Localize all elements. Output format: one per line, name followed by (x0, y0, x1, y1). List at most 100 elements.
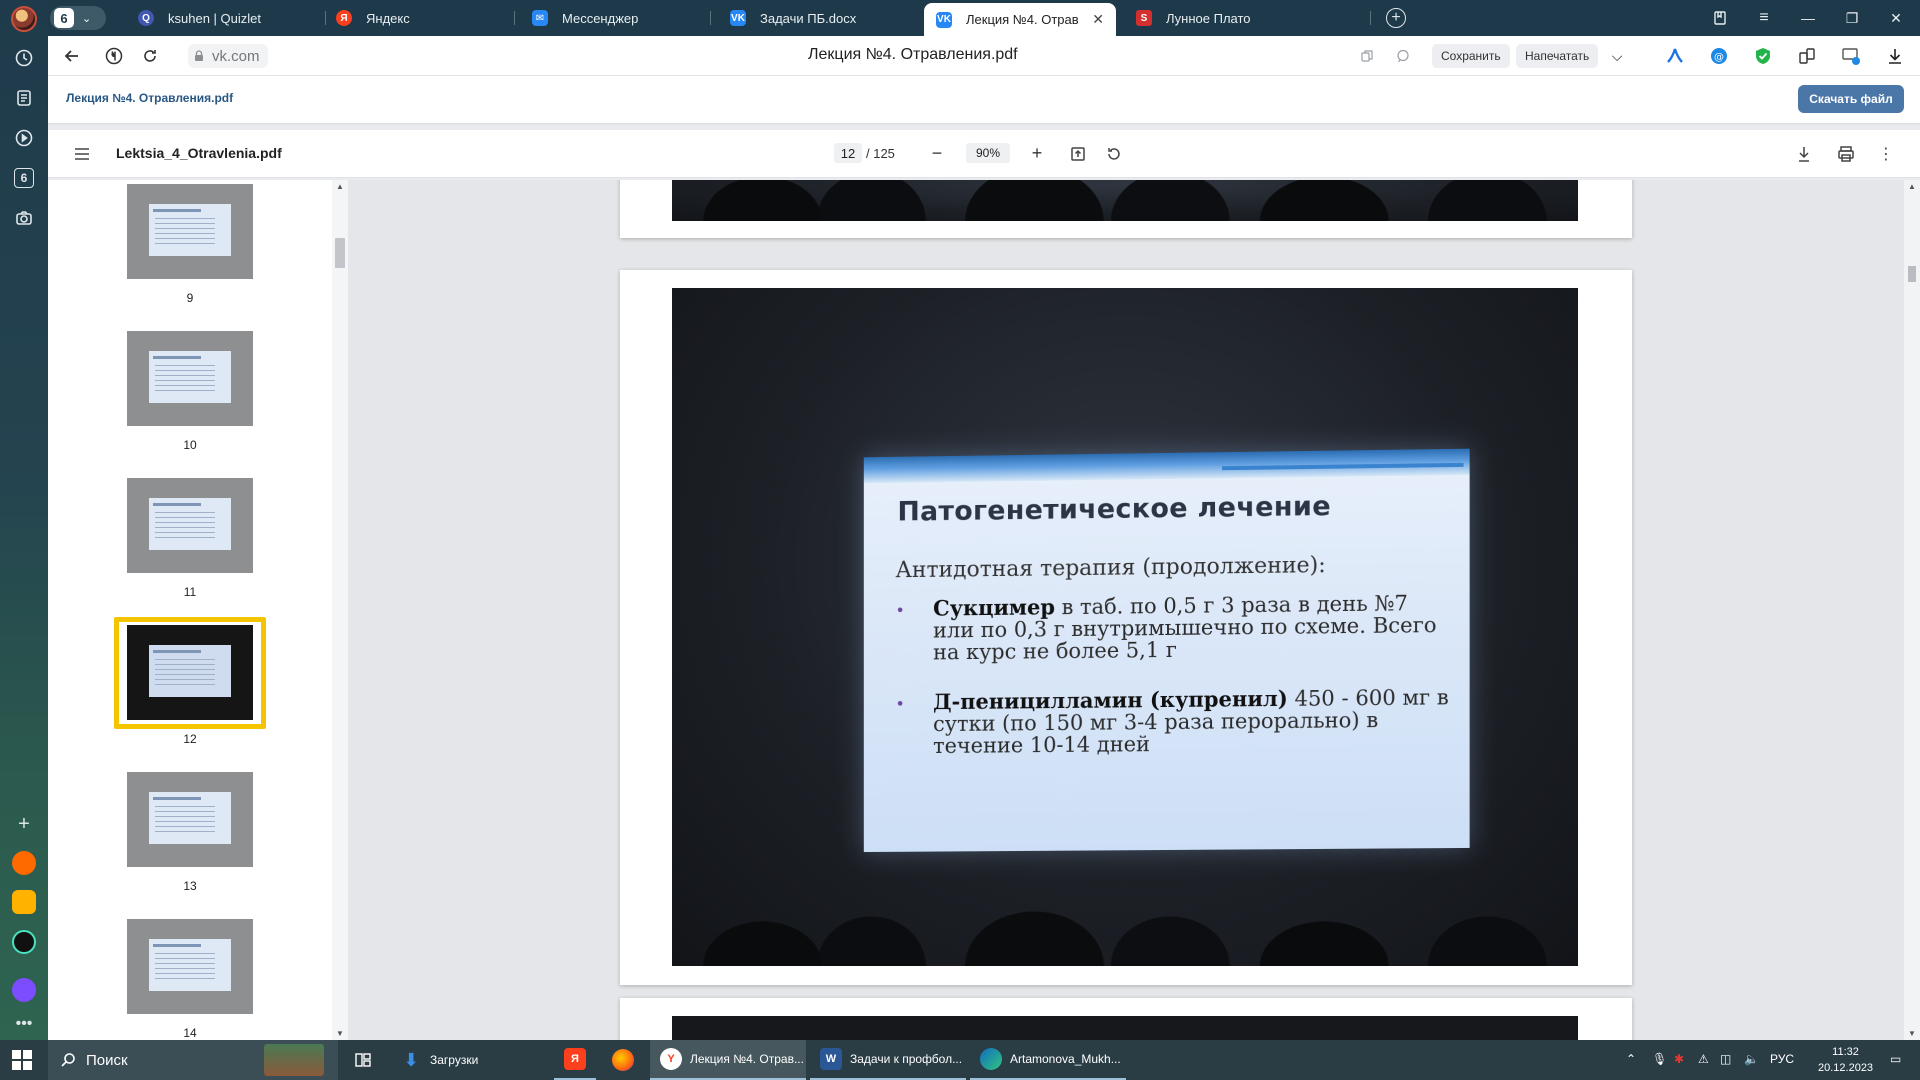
thumbnail-page-13[interactable]: 13 (127, 772, 253, 893)
extensions-icon[interactable] (1796, 45, 1818, 67)
taskbar-edge[interactable]: Artamonova_Mukh... (970, 1040, 1126, 1080)
tab-counter-icon[interactable]: 6 (10, 164, 38, 192)
screen-share-icon[interactable] (1840, 45, 1862, 67)
task-view-icon[interactable] (344, 1040, 382, 1080)
thumbnail-number: 12 (183, 732, 197, 746)
chevron-down-icon[interactable]: ⌵ (1606, 45, 1628, 67)
back-button[interactable] (60, 44, 84, 68)
network-warning-icon[interactable]: ⚠ (1698, 1052, 1709, 1066)
taskbar-word[interactable]: W Задачи к профбол... (810, 1040, 966, 1080)
app-music-icon[interactable] (12, 851, 36, 875)
microphone-icon[interactable]: 🎙 (1652, 1052, 1667, 1066)
taskbar-yandex-browser[interactable]: Y Лекция №4. Отрав... (650, 1040, 806, 1080)
menu-icon[interactable]: ≡ (1752, 6, 1776, 30)
pdf-reader-icon[interactable] (1664, 45, 1686, 67)
thumbnail-panel: 9 10 11 12 13 14 (48, 180, 348, 1040)
thumbnail-page-10[interactable]: 10 (127, 331, 253, 452)
scroll-down-icon[interactable]: ▼ (1908, 1029, 1916, 1038)
taskbar-yandex-app[interactable]: Я (554, 1040, 596, 1080)
tab-lecture-pdf[interactable]: VK Лекция №4. Отравлен ✕ (924, 3, 1116, 36)
notifications-icon[interactable]: ▭ (1890, 1052, 1901, 1066)
thumbnail-scroll-thumb[interactable] (335, 238, 345, 268)
scroll-up-icon[interactable]: ▲ (336, 182, 344, 191)
tab-title: Мессенджер (562, 10, 639, 26)
messenger-icon: ✉ (532, 10, 548, 26)
tab-title: Лекция №4. Отравлен (966, 12, 1079, 27)
reload-button[interactable] (138, 44, 162, 68)
notes-icon[interactable] (10, 84, 38, 112)
download-icon[interactable] (1792, 142, 1816, 166)
add-icon[interactable]: + (10, 810, 38, 838)
search-label: Поиск (86, 1051, 128, 1069)
taskbar-search[interactable]: Поиск (48, 1040, 338, 1080)
zoom-in-button[interactable]: + (1026, 142, 1048, 164)
tray-chevron-up-icon[interactable]: ⌃ (1626, 1052, 1636, 1066)
thumbnail-page-12[interactable]: 12 (127, 625, 253, 746)
url-field[interactable]: vk.com (188, 44, 268, 68)
tab-tasks-docx[interactable]: VK Задачи ПБ.docx (718, 3, 918, 33)
browser-sidebar: 6 + ••• (0, 0, 48, 1040)
play-icon[interactable] (10, 124, 38, 152)
yandex-home-button[interactable] (102, 44, 126, 68)
zoom-out-button[interactable]: − (926, 142, 948, 164)
taskbar-clock[interactable]: 11:32 20.12.2023 (1818, 1044, 1873, 1076)
hamburger-menu-icon[interactable] (72, 144, 92, 164)
chat-icon[interactable] (1392, 45, 1414, 67)
tab-bar: 6 ⌄ Q ksuhen | Quizlet Я Яндекс ✉ Мессен… (48, 0, 1920, 36)
close-icon[interactable]: ✕ (1092, 11, 1104, 28)
download-file-button[interactable]: Скачать файл (1798, 85, 1904, 113)
vk-document-title[interactable]: Лекция №4. Отравления.pdf (66, 91, 233, 105)
restore-icon[interactable]: ❐ (1840, 6, 1864, 30)
profile-avatar[interactable] (11, 6, 37, 32)
taskbar-firefox[interactable] (602, 1040, 644, 1080)
speaker-icon[interactable]: 🔈 (1744, 1052, 1759, 1066)
bullet-icon: • (895, 600, 905, 620)
more-options-icon[interactable]: ⋮ (1874, 142, 1898, 166)
yandex-icon: Я (564, 1048, 586, 1070)
windows-start-icon[interactable] (12, 1050, 32, 1070)
fit-page-icon[interactable] (1066, 142, 1090, 166)
print-icon[interactable] (1834, 142, 1858, 166)
save-button[interactable]: Сохранить (1432, 44, 1510, 68)
rotate-icon[interactable] (1102, 142, 1126, 166)
camera-icon[interactable] (10, 204, 38, 232)
translate-icon[interactable]: @ (1708, 45, 1730, 67)
language-indicator[interactable]: РУС (1770, 1052, 1794, 1066)
more-dots-icon[interactable]: ••• (10, 1010, 38, 1038)
page-number-input[interactable] (834, 143, 862, 163)
close-window-icon[interactable]: ✕ (1884, 6, 1908, 30)
slide-bullet-2: • Д-пеницилламин (купренил) 450 - 600 мг… (895, 685, 1453, 758)
downloads-icon[interactable] (1884, 45, 1906, 67)
app-mail-icon[interactable] (12, 890, 36, 914)
thumbnail-page-14[interactable]: 14 (127, 919, 253, 1040)
app-counter-icon[interactable] (12, 930, 36, 954)
thumbnail-scrollbar[interactable]: ▲ ▼ (332, 180, 348, 1040)
shield-icon[interactable] (1752, 45, 1774, 67)
print-button[interactable]: Напечатать (1516, 44, 1599, 68)
document-scrollbar[interactable]: ▲ ▼ (1904, 180, 1920, 1040)
zoom-level[interactable]: 90% (966, 143, 1010, 163)
tab-messenger[interactable]: ✉ Мессенджер (520, 3, 710, 33)
scroll-up-icon[interactable]: ▲ (1908, 182, 1916, 191)
app-tray-icon[interactable]: ✱ (1674, 1052, 1684, 1066)
tab-quizlet[interactable]: Q ksuhen | Quizlet (126, 3, 326, 33)
tab-lunnoe-plato[interactable]: S Лунное Плато (1124, 3, 1364, 33)
thumbnail-number: 14 (183, 1026, 197, 1040)
bookmarks-icon[interactable] (1708, 6, 1732, 30)
tab-yandex[interactable]: Я Яндекс (324, 3, 514, 33)
thumbnail-page-9[interactable]: 9 (127, 184, 253, 305)
minimize-icon[interactable]: — (1796, 6, 1820, 30)
yandex-icon: Я (336, 10, 352, 26)
document-scroll-thumb[interactable] (1908, 266, 1916, 282)
scroll-down-icon[interactable]: ▼ (336, 1029, 344, 1038)
history-icon[interactable] (10, 44, 38, 72)
copy-icon[interactable] (1356, 45, 1378, 67)
document-viewer[interactable]: Патогенетическое лечение Антидотная тера… (348, 180, 1904, 1040)
tabs-counter-button[interactable]: 6 ⌄ (50, 6, 106, 30)
pdf-toolbar: Lektsia_4_Otravlenia.pdf / 125 − 90% + ⋮ (48, 130, 1920, 178)
taskbar-downloads[interactable]: ⬇ Загрузки (390, 1040, 530, 1080)
new-tab-button[interactable]: + (1386, 8, 1406, 28)
wifi-icon[interactable]: ◫ (1720, 1052, 1731, 1066)
thumbnail-page-11[interactable]: 11 (127, 478, 253, 599)
app-alice-icon[interactable] (12, 978, 36, 1002)
